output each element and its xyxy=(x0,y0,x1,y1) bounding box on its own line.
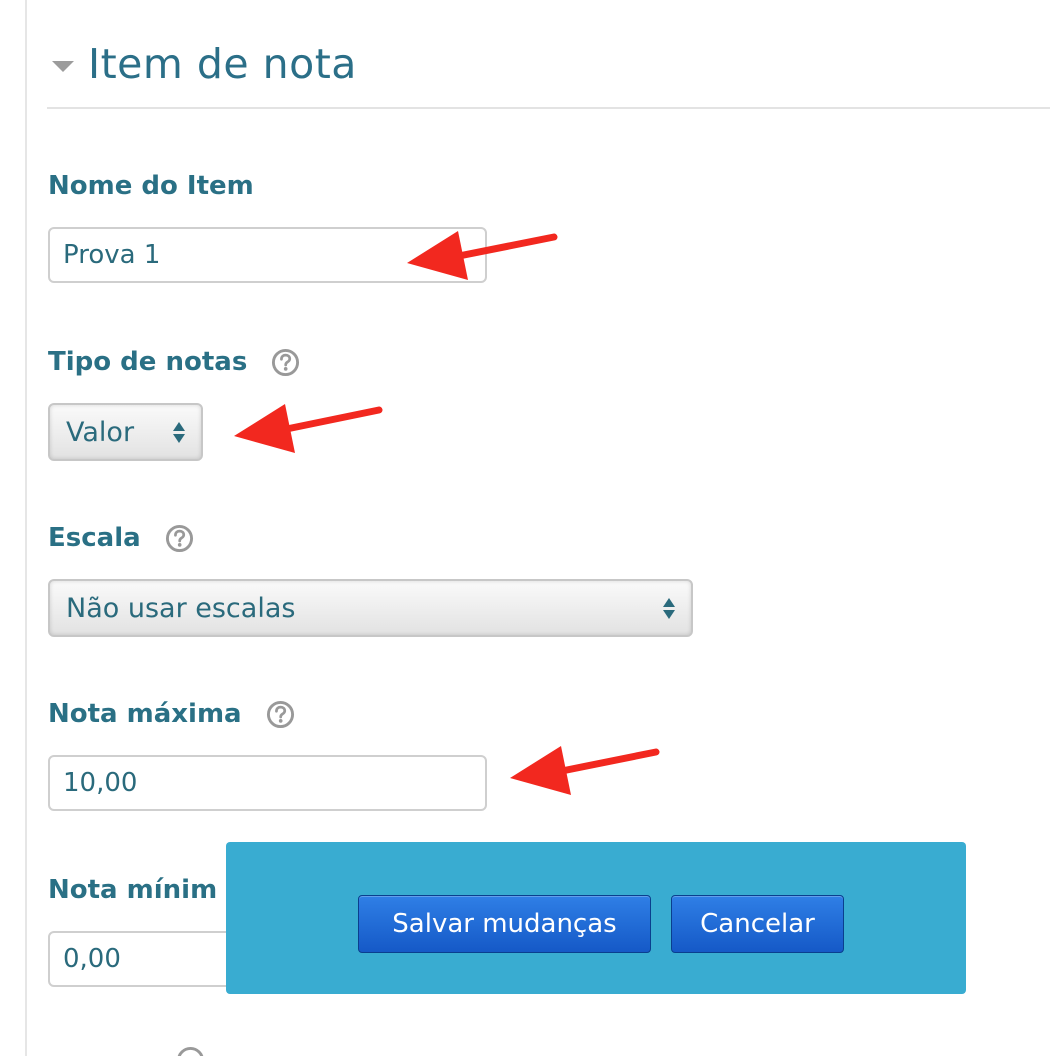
select-updown-icon xyxy=(173,421,185,443)
max-grade-value: 10,00 xyxy=(63,768,138,798)
help-icon[interactable] xyxy=(266,700,295,729)
section-toggle[interactable]: Item de nota xyxy=(52,40,357,88)
min-grade-label: Nota mínim xyxy=(48,875,217,905)
section-title: Item de nota xyxy=(88,40,357,88)
save-button[interactable]: Salvar mudanças xyxy=(358,895,651,953)
grade-type-label-text: Tipo de notas xyxy=(48,347,248,377)
min-grade-value: 0,00 xyxy=(63,944,121,974)
help-icon[interactable] xyxy=(271,348,300,377)
item-name-label-text: Nome do Item xyxy=(48,171,254,201)
left-border xyxy=(25,0,27,1056)
caret-down-icon xyxy=(52,60,74,72)
item-name-value: Prova 1 xyxy=(63,240,161,270)
red-arrow-icon xyxy=(234,404,383,453)
red-arrow-icon xyxy=(510,746,660,795)
grade-type-label: Tipo de notas xyxy=(48,347,300,377)
min-grade-label-text: Nota mínim xyxy=(48,875,218,905)
item-name-label: Nome do Item xyxy=(48,171,254,201)
max-grade-label: Nota máxima xyxy=(48,699,295,729)
cancel-button[interactable]: Cancelar xyxy=(671,895,844,953)
grade-item-form: Item de nota Nome do Item Prova 1 Tipo d… xyxy=(0,0,1050,1056)
grade-type-value: Valor xyxy=(66,416,135,448)
select-updown-icon xyxy=(663,597,675,619)
help-icon[interactable] xyxy=(176,1046,205,1056)
scale-label: Escala xyxy=(48,523,194,553)
max-grade-label-text: Nota máxima xyxy=(48,699,242,729)
scale-select[interactable]: Não usar escalas xyxy=(48,579,693,637)
section-divider xyxy=(47,107,1050,109)
max-grade-input[interactable]: 10,00 xyxy=(48,755,487,811)
form-actions-bar: Salvar mudanças Cancelar xyxy=(226,842,966,994)
grade-type-select[interactable]: Valor xyxy=(48,403,203,461)
scale-value: Não usar escalas xyxy=(66,592,296,624)
scale-label-text: Escala xyxy=(48,523,141,553)
help-icon[interactable] xyxy=(165,524,194,553)
red-arrow-icon xyxy=(407,231,558,280)
